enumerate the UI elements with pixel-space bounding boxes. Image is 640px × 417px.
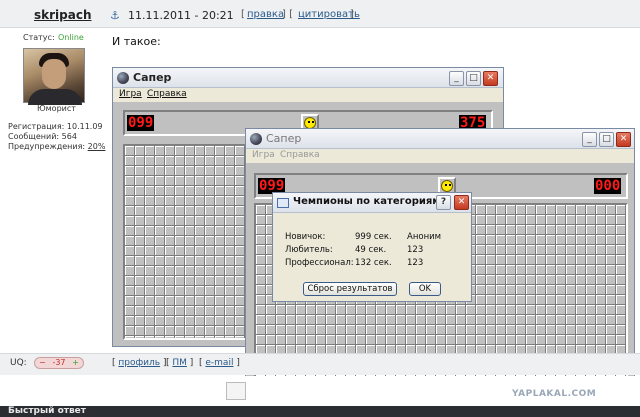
row-time: 49 сек. [355, 245, 387, 255]
uq-rating: − -37 + [34, 357, 84, 369]
status-online: Online [58, 33, 84, 42]
menu-help-back[interactable]: Справка [147, 89, 187, 99]
uq-label: UQ: [10, 358, 27, 368]
minimize-button-front[interactable]: _ [582, 132, 597, 147]
warnings-label: Предупреждения: [8, 142, 88, 151]
row-category: Любитель: [285, 245, 333, 255]
ok-button[interactable]: OK [409, 282, 441, 296]
smiley-face-icon [441, 180, 453, 192]
maximize-button-front[interactable]: □ [599, 132, 614, 147]
window-icon [277, 198, 289, 208]
menu-game-back-label[interactable]: Игра [119, 89, 142, 99]
close-button-back[interactable]: ✕ [483, 71, 498, 86]
row-name: Аноним [407, 232, 442, 242]
timer-front: 000 [594, 178, 622, 194]
champions-dialog[interactable]: Чемпионы по категориям ? ✕ Новичок: 999 … [272, 192, 472, 302]
vote-down-button[interactable]: − [39, 358, 46, 368]
row-name: 123 [407, 258, 424, 268]
bracket-close: ] [350, 9, 354, 20]
row-name: 123 [407, 245, 424, 255]
bracket-open: [ [241, 9, 245, 20]
menu-help-back-label[interactable]: Справка [147, 89, 187, 99]
pm-link-label[interactable]: ПМ [172, 358, 187, 368]
avatar[interactable] [23, 48, 85, 105]
dialog-title: Чемпионы по категориям [293, 196, 441, 207]
profile-link-label[interactable]: профиль [118, 358, 160, 368]
maximize-button-back[interactable]: □ [466, 71, 481, 86]
vote-up-button[interactable]: + [72, 358, 79, 368]
warnings: Предупреждения: 20% [8, 142, 105, 151]
help-button[interactable]: ? [436, 195, 451, 210]
post-date: 11.11.2011 - 20:21 [128, 9, 234, 22]
titlebar-back[interactable]: Сапер _ □ ✕ [113, 68, 503, 88]
dialog-titlebar[interactable]: Чемпионы по категориям ? ✕ [273, 193, 471, 213]
avatar-shoulders [28, 89, 82, 105]
quick-reply-bar [0, 406, 640, 417]
dialog-close-button[interactable]: ✕ [454, 195, 469, 210]
row-category: Профессионал: [285, 258, 354, 268]
post-text: И такое: [112, 35, 161, 48]
menu-game-back[interactable]: Игра [119, 89, 142, 99]
reset-results-button[interactable]: Сброс результатов [303, 282, 397, 296]
menubar-front: Игра Справка [246, 149, 634, 163]
menu-game-front[interactable]: Игра [252, 150, 275, 160]
window-title-back: Сапер [133, 71, 172, 84]
anchor-icon[interactable]: ⚓ [110, 9, 120, 22]
registration-date: Регистрация: 10.11.09 [8, 122, 103, 131]
small-button[interactable] [226, 382, 246, 400]
menubar-back: Игра Справка [113, 88, 503, 102]
minesweeper-icon [117, 72, 129, 84]
status-label: Статус: [23, 33, 55, 42]
user-rank: Юморист [37, 104, 76, 113]
minesweeper-icon [250, 133, 262, 145]
email-link[interactable]: [ e-mail ] [199, 358, 240, 368]
watermark: YAPLAKAL.COM [512, 389, 597, 399]
message-count: Сообщений: 564 [8, 132, 77, 141]
minefield-back[interactable] [123, 144, 257, 340]
titlebar-front[interactable]: Сапер _ □ ✕ [246, 129, 634, 149]
window-title-front: Сапер [266, 132, 302, 145]
bracket-mid: ] [ [282, 9, 293, 20]
mine-counter-back: 099 [127, 115, 155, 131]
post-footer [0, 353, 640, 375]
minimize-button-back[interactable]: _ [449, 71, 464, 86]
profile-link[interactable]: [ профиль ] [112, 358, 166, 368]
warnings-value[interactable]: 20% [88, 142, 106, 151]
email-link-label[interactable]: e-mail [205, 358, 233, 368]
row-category: Новичок: [285, 232, 326, 242]
avatar-face [42, 59, 66, 89]
quick-reply-title[interactable]: Быстрый ответ [8, 406, 86, 417]
menu-help-front[interactable]: Справка [280, 150, 320, 160]
edit-link-label[interactable]: правка [247, 9, 284, 20]
close-button-front[interactable]: ✕ [616, 132, 631, 147]
uq-value: -37 [52, 358, 66, 367]
row-time: 132 сек. [355, 258, 392, 268]
pm-link[interactable]: [ ПМ ] [166, 358, 193, 368]
username-link[interactable]: skripach [34, 8, 92, 22]
row-time: 999 сек. [355, 232, 392, 242]
edit-link[interactable]: правка [247, 9, 284, 20]
